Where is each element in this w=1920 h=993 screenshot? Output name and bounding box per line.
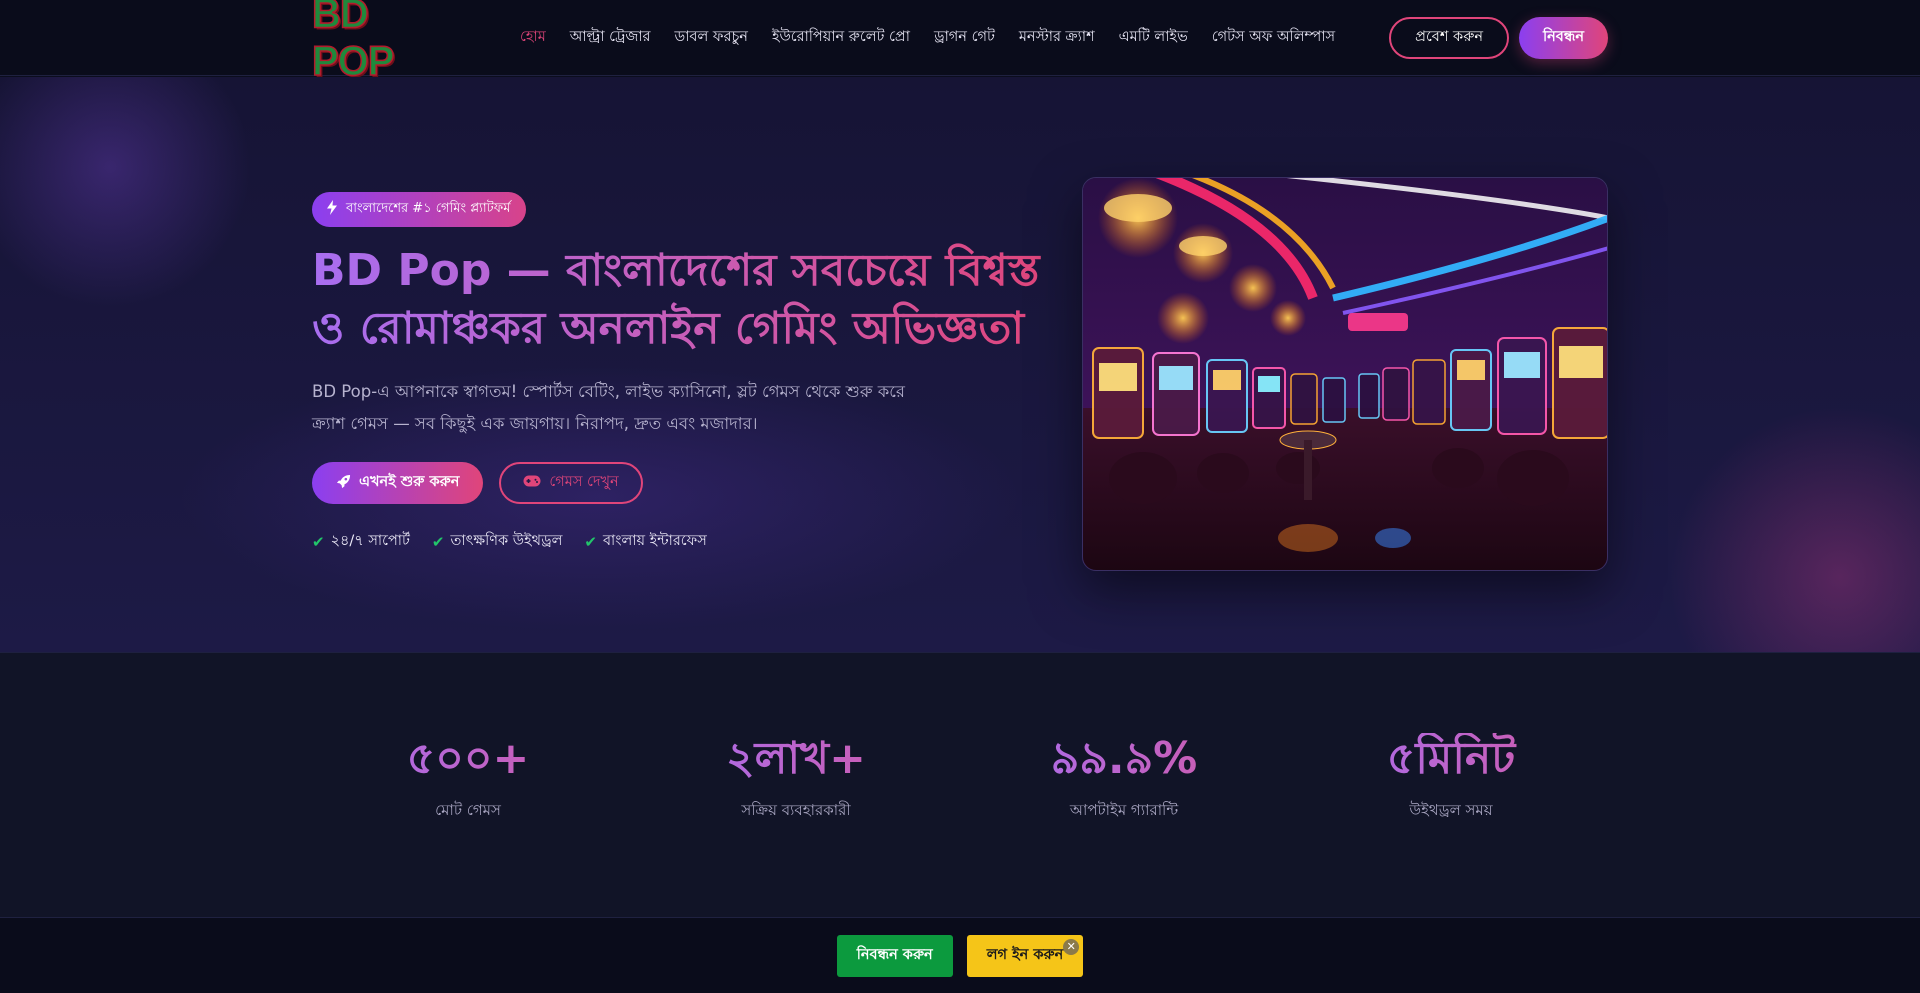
hero-badge-text: বাংলাদেশের #১ গেমিং প্ল্যাটফর্ম xyxy=(346,201,511,216)
brand-logo[interactable]: BD POP xyxy=(311,0,442,85)
bottom-login-label: লগ ইন করুন xyxy=(986,946,1064,963)
close-icon[interactable]: ✕ xyxy=(1063,938,1080,955)
casino-illustration xyxy=(1083,178,1607,570)
check-icon: ✔ xyxy=(312,533,325,551)
start-now-label: এখনই শুরু করুন xyxy=(359,474,460,490)
feature-item: ✔ তাৎক্ষণিক উইথড্রল xyxy=(432,530,563,554)
hero-badge: বাংলাদেশের #১ গেমিং প্ল্যাটফর্ম xyxy=(312,192,527,227)
stat-item: ৫মিনিট উইথড্রল সময় xyxy=(1321,733,1581,824)
gamepad-icon xyxy=(523,475,541,491)
nav-link-monster-crash[interactable]: মনস্টার ক্র্যাশ xyxy=(1019,26,1095,50)
hero-buttons: এখনই শুরু করুন গেমস দেখুন xyxy=(312,462,643,504)
navbar-container: BD POP হোম আল্ট্রা ট্রেজার ডাবল ফরচুন ইউ… xyxy=(311,0,1608,84)
bottom-register-button[interactable]: নিবন্ধন করুন xyxy=(836,934,953,977)
feature-label: তাৎক্ষণিক উইথড্রল xyxy=(450,533,563,549)
nav-link-double-fortune[interactable]: ডাবল ফরচুন xyxy=(675,26,748,50)
nav-link-gates-of-olympus[interactable]: গেটস অফ অলিম্পাস xyxy=(1212,26,1335,50)
nav-link-ultra-treasure[interactable]: আল্ট্রা ট্রেজার xyxy=(570,26,651,50)
feature-label: বাংলায় ইন্টারফেস xyxy=(602,533,707,549)
hero-section: বাংলাদেশের #১ গেমিং প্ল্যাটফর্ম BD Pop —… xyxy=(0,77,1920,652)
hero-features: ✔ ২৪/৭ সাপোর্ট ✔ তাৎক্ষণিক উইথড্রল ✔ বাং… xyxy=(312,530,707,554)
feature-label: ২৪/৭ সাপোর্ট xyxy=(330,533,410,549)
feature-item: ✔ বাংলায় ইন্টারফেস xyxy=(584,530,706,554)
stat-item: ৯৯.৯% আপটাইম গ্যারান্টি xyxy=(994,733,1254,824)
stat-item: ৫০০+ মোট গেমস xyxy=(338,733,598,824)
bottom-login-button[interactable]: লগ ইন করুন ✕ xyxy=(966,934,1084,977)
nav-link-mt-live[interactable]: এমটি লাইভ xyxy=(1119,26,1188,50)
hero-casino-image xyxy=(1082,177,1608,571)
stat-item: ২লাখ+ সক্রিয় ব্যবহারকারী xyxy=(666,733,926,824)
stats-section: ৫০০+ মোট গেমস ২লাখ+ সক্রিয় ব্যবহারকারী … xyxy=(0,652,1920,917)
hero-title: BD Pop — বাংলাদেশের সবচেয়ে বিশ্বস্ত ও র… xyxy=(312,242,1052,358)
check-icon: ✔ xyxy=(584,533,597,551)
stat-label: মোট গেমস xyxy=(435,801,501,819)
register-button[interactable]: নিবন্ধন xyxy=(1518,16,1608,59)
stat-label: আপটাইম গ্যারান্টি xyxy=(1069,801,1179,819)
nav-link-european-roulette-pro[interactable]: ইউরোপিয়ান রুলেট প্রো xyxy=(772,26,910,50)
stat-value: ৯৯.৯% xyxy=(994,733,1254,785)
view-games-button[interactable]: গেমস দেখুন xyxy=(499,462,643,504)
start-now-button[interactable]: এখনই শুরু করুন xyxy=(312,462,484,504)
rocket-icon xyxy=(336,474,351,493)
stat-label: উইথড্রল সময় xyxy=(1409,801,1493,819)
feature-item: ✔ ২৪/৭ সাপোর্ট xyxy=(312,530,410,554)
check-icon: ✔ xyxy=(431,533,445,551)
stat-value: ৫মিনিট xyxy=(1321,733,1581,785)
top-navbar: BD POP হোম আল্ট্রা ট্রেজার ডাবল ফরচুন ইউ… xyxy=(0,0,1920,84)
lightning-icon xyxy=(326,200,338,219)
sticky-bottom-bar: নিবন্ধন করুন লগ ইন করুন ✕ xyxy=(0,917,1920,993)
stat-label: সক্রিয় ব্যবহারকারী xyxy=(741,801,851,819)
main-nav: হোম আল্ট্রা ট্রেজার ডাবল ফরচুন ইউরোপিয়া… xyxy=(520,26,1335,50)
nav-link-home[interactable]: হোম xyxy=(520,26,546,50)
stat-value: ২লাখ+ xyxy=(666,733,926,785)
hero-subtitle: BD Pop-এ আপনাকে স্বাগতম! স্পোর্টস বেটিং,… xyxy=(312,382,905,433)
stat-value: ৫০০+ xyxy=(338,733,598,785)
nav-link-dragon-gate[interactable]: ড্রাগন গেট xyxy=(934,26,995,50)
view-games-label: গেমস দেখুন xyxy=(549,474,619,490)
login-button[interactable]: প্রবেশ করুন xyxy=(1389,16,1509,59)
nav-actions: প্রবেশ করুন নিবন্ধন xyxy=(1389,16,1608,59)
